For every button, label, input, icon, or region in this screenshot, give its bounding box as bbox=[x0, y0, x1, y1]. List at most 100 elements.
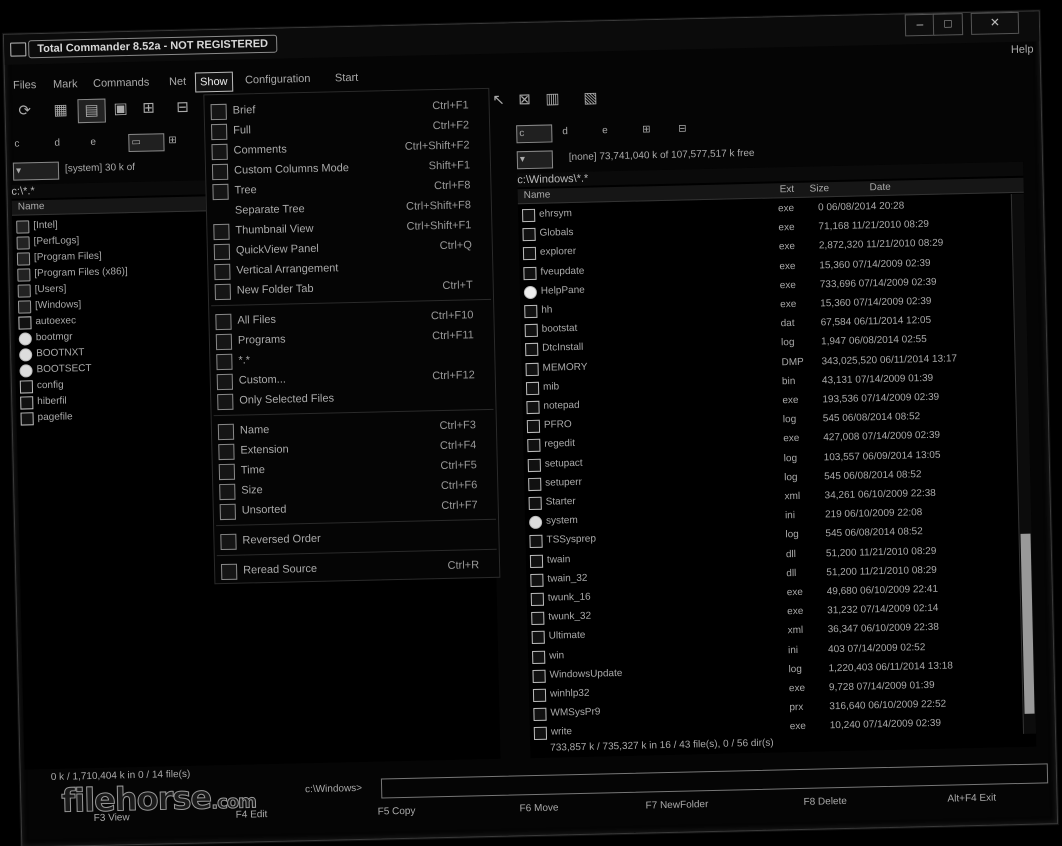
file-icon bbox=[531, 631, 545, 645]
show-menu-item[interactable]: Reversed Order bbox=[214, 525, 498, 551]
menu-item-shortcut: Ctrl+F8 bbox=[433, 179, 471, 193]
file-name: twunk_32 bbox=[548, 610, 592, 623]
right-column-date[interactable]: Date bbox=[869, 181, 890, 195]
file-size-date: 43,131 07/14/2009 01:39 bbox=[821, 372, 934, 387]
menu-item-shortcut: Ctrl+Shift+F8 bbox=[405, 199, 472, 213]
left-file-row[interactable]: [Program Files (x86)] bbox=[13, 264, 128, 283]
left-drive-network[interactable]: ▭ bbox=[128, 133, 165, 153]
quickview-icon bbox=[213, 243, 231, 261]
thumbnail-view-icon[interactable]: ▣ bbox=[109, 98, 131, 120]
left-file-row[interactable]: [Windows] bbox=[14, 297, 81, 315]
file-ext: dat bbox=[780, 318, 795, 330]
gear-icon bbox=[18, 332, 32, 346]
right-column-name[interactable]: Name bbox=[524, 188, 551, 203]
left-drive-d[interactable]: d bbox=[52, 136, 62, 152]
file-ext: exe bbox=[779, 260, 796, 272]
all-files-icon bbox=[215, 313, 232, 331]
select-icon[interactable]: ⊟ bbox=[171, 97, 193, 119]
file-size-date: 51,200 11/21/2010 08:29 bbox=[826, 564, 937, 579]
tree-view-icon[interactable]: ⊞ bbox=[137, 97, 159, 119]
left-file-row[interactable]: [Users] bbox=[14, 281, 67, 298]
maximize-button[interactable]: □ bbox=[932, 13, 964, 36]
help-menu[interactable]: Help bbox=[1011, 43, 1034, 56]
minimize-button[interactable]: – bbox=[904, 13, 936, 37]
file-ext: bin bbox=[781, 375, 796, 388]
refresh-icon[interactable]: ⟳ bbox=[13, 100, 35, 122]
network-icon[interactable]: ⊠ bbox=[513, 89, 535, 111]
f6-move-button[interactable]: F6 Move bbox=[519, 802, 558, 814]
file-name: [Program Files] bbox=[33, 250, 102, 264]
menu-show[interactable]: Show bbox=[194, 71, 233, 93]
menu-item-shortcut: Ctrl+Shift+F2 bbox=[404, 139, 470, 153]
left-file-row[interactable]: config bbox=[16, 378, 64, 395]
notepad-icon[interactable]: ▧ bbox=[579, 87, 601, 109]
menu-item-shortcut: Ctrl+Q bbox=[439, 239, 472, 253]
left-file-row[interactable]: bootmgr bbox=[15, 329, 73, 346]
menu-item-shortcut: Ctrl+F4 bbox=[439, 439, 477, 453]
right-drive-c[interactable]: c bbox=[516, 124, 553, 144]
left-file-row[interactable]: pagefile bbox=[16, 409, 73, 426]
file-name: explorer bbox=[539, 246, 577, 259]
left-drive-e[interactable]: e bbox=[88, 135, 98, 151]
left-file-row[interactable]: hiberfil bbox=[16, 394, 67, 411]
left-file-row[interactable]: BOOTNXT bbox=[15, 345, 85, 363]
watermark-suffix: .com bbox=[211, 791, 257, 814]
menu-commands[interactable]: Commands bbox=[89, 73, 154, 92]
file-icon bbox=[532, 688, 547, 703]
brief-view-icon[interactable]: ▦ bbox=[49, 99, 71, 121]
file-icon bbox=[526, 400, 540, 415]
right-drive-network[interactable]: ⊞ bbox=[640, 122, 653, 138]
file-name: [Intel] bbox=[33, 219, 58, 232]
arrow-icon[interactable]: ↖ bbox=[487, 89, 509, 111]
watermark-main: filehorse bbox=[60, 778, 212, 820]
file-name: regedit bbox=[544, 438, 576, 451]
file-ext: exe bbox=[777, 202, 795, 215]
menu-net[interactable]: Net bbox=[165, 73, 191, 92]
gear-icon bbox=[19, 364, 33, 378]
right-drive-share[interactable]: ⊟ bbox=[676, 121, 689, 137]
file-name: hiberfil bbox=[37, 395, 67, 408]
file-icon bbox=[533, 707, 547, 722]
close-button[interactable]: ✕ bbox=[970, 11, 1020, 35]
menu-item-label: Full bbox=[233, 124, 252, 137]
file-icon bbox=[530, 592, 545, 607]
thumbnail-icon bbox=[213, 223, 230, 241]
f7-newfolder-button[interactable]: F7 NewFolder bbox=[645, 799, 708, 811]
show-menu-item[interactable]: Reread Source Ctrl+R bbox=[215, 555, 499, 581]
right-drive-d[interactable]: d bbox=[560, 124, 570, 140]
f5-copy-button[interactable]: F5 Copy bbox=[378, 806, 416, 818]
right-drive-select[interactable]: ▾ bbox=[516, 150, 554, 170]
new-tab-icon bbox=[214, 283, 231, 301]
file-icon bbox=[20, 396, 34, 410]
left-file-row[interactable]: autoexec bbox=[14, 313, 76, 330]
extension-icon bbox=[218, 443, 235, 461]
menu-mark[interactable]: Mark bbox=[49, 75, 82, 94]
left-file-row[interactable]: [PerfLogs] bbox=[12, 233, 79, 251]
menu-configuration[interactable]: Configuration bbox=[241, 70, 315, 90]
pack-icon[interactable]: ▥ bbox=[541, 88, 563, 110]
left-drive-share[interactable]: ⊞ bbox=[166, 133, 179, 149]
file-name: HelpPane bbox=[540, 284, 585, 297]
file-size-date: 0 06/08/2014 20:28 bbox=[817, 200, 905, 214]
right-column-ext[interactable]: Ext bbox=[779, 183, 795, 197]
f8-delete-button[interactable]: F8 Delete bbox=[803, 796, 847, 808]
full-view-icon[interactable]: ▤ bbox=[77, 98, 106, 124]
left-file-row[interactable]: BOOTSECT bbox=[15, 361, 92, 379]
file-icon bbox=[525, 343, 539, 357]
right-file-panel: c:\Windows\*.* Name Ext Size Date ehrsym… bbox=[517, 161, 1037, 759]
left-drive-c[interactable]: c bbox=[12, 136, 21, 152]
left-file-row[interactable]: [Intel] bbox=[12, 218, 58, 235]
left-drive-select[interactable]: ▾ bbox=[12, 161, 60, 181]
menu-start[interactable]: Start bbox=[331, 69, 363, 88]
exit-button[interactable]: Alt+F4 Exit bbox=[947, 793, 996, 805]
right-column-size[interactable]: Size bbox=[809, 182, 830, 196]
file-ext: log bbox=[785, 529, 799, 541]
right-scrollbar-thumb[interactable] bbox=[1020, 533, 1035, 714]
custom-icon bbox=[216, 373, 234, 391]
menu-files[interactable]: Files bbox=[9, 76, 41, 95]
right-drive-e[interactable]: e bbox=[600, 123, 610, 139]
file-name: fveupdate bbox=[540, 265, 585, 278]
file-icon bbox=[525, 362, 539, 376]
file-icon bbox=[525, 381, 540, 395]
file-icon bbox=[528, 496, 542, 511]
